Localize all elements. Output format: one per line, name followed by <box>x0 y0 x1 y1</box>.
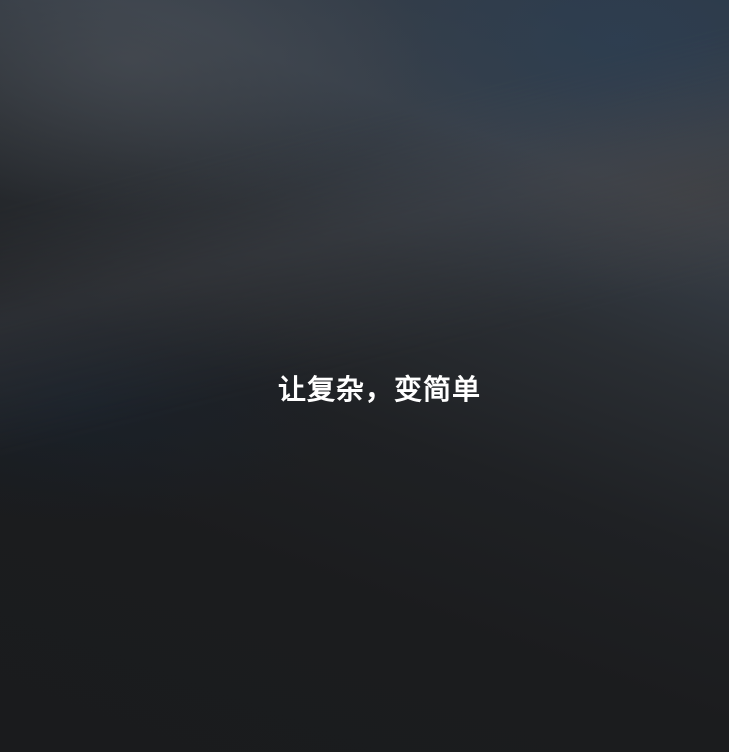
slogan-text: 让复杂，变简单 <box>277 373 481 406</box>
splash-screen: 让复杂，变简单 <box>0 0 729 752</box>
